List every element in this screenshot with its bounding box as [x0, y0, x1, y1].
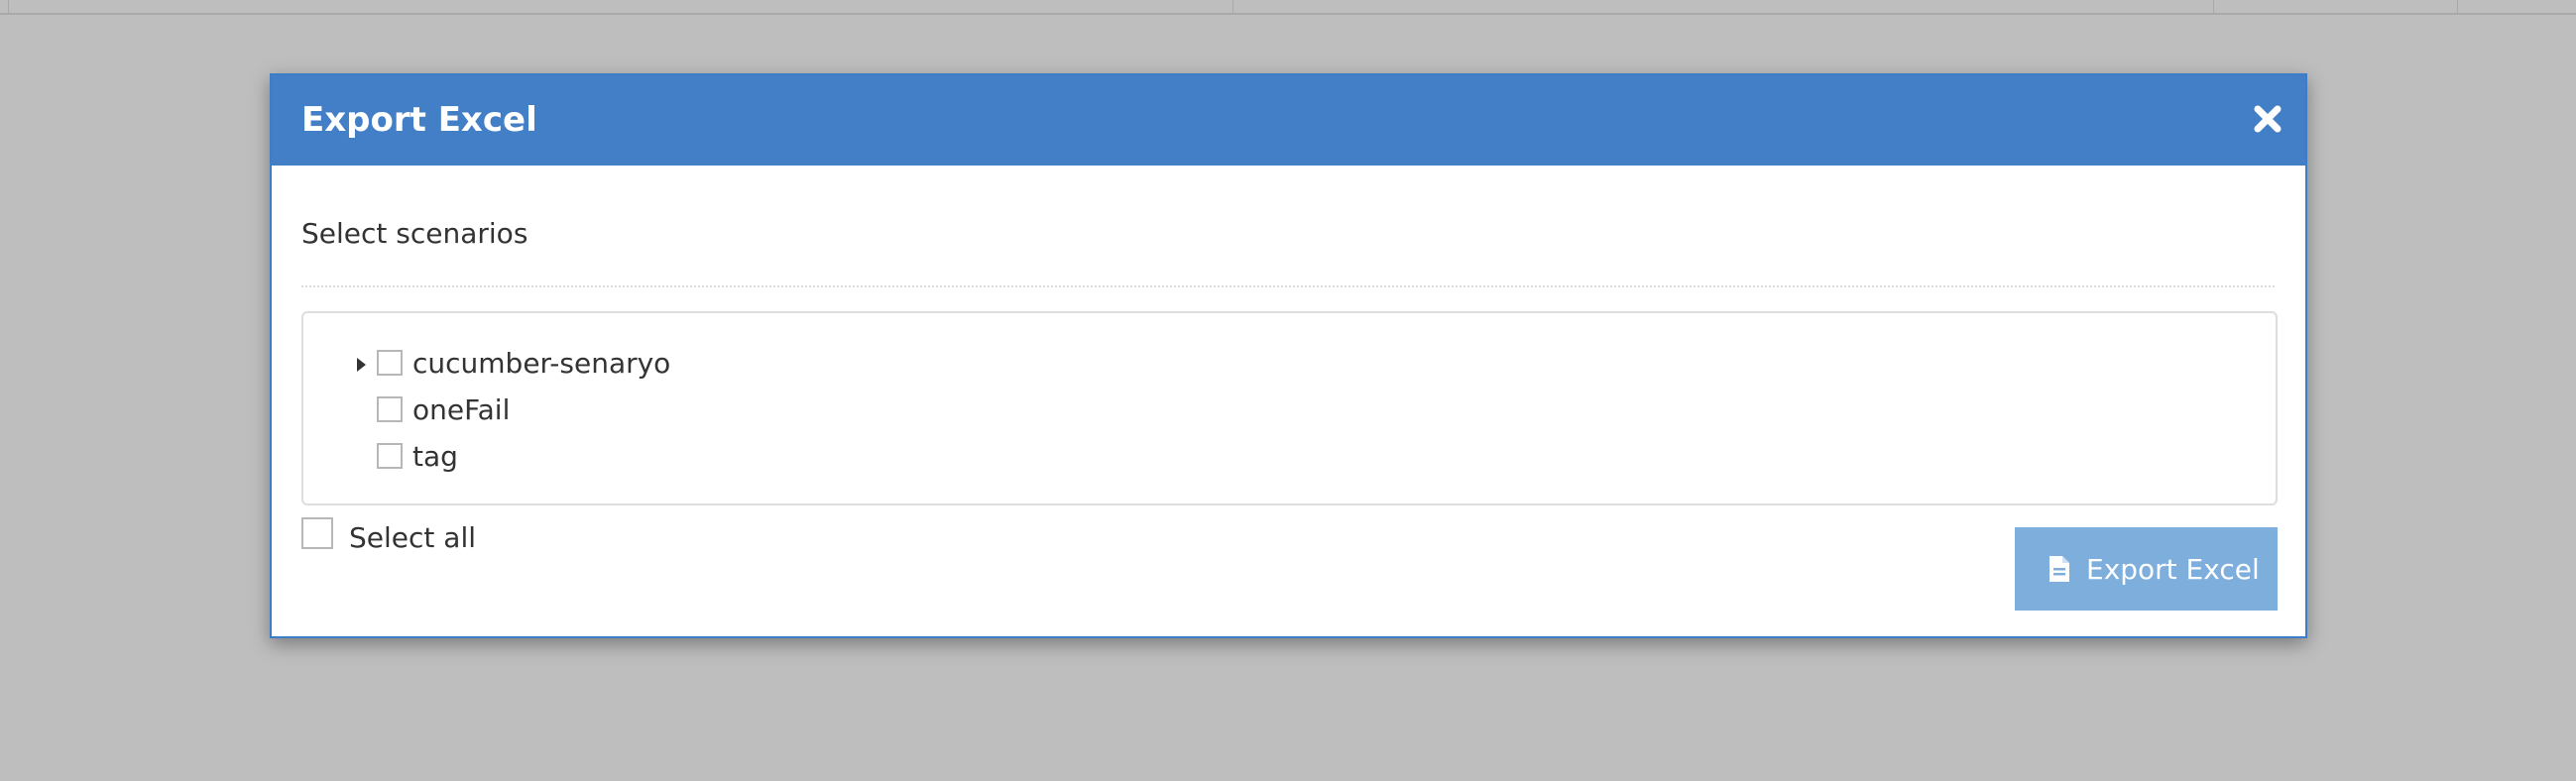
export-button-content: Export Excel [2049, 527, 2260, 611]
dialog-title: Export Excel [301, 100, 537, 140]
tree-item-label[interactable]: oneFail [412, 391, 510, 429]
background-column-divider [8, 0, 9, 15]
tree-item-label[interactable]: tag [412, 438, 458, 476]
select-all-label[interactable]: Select all [349, 518, 476, 558]
select-all-checkbox[interactable] [301, 517, 333, 549]
background-table-header [0, 0, 2576, 15]
tree-checkbox[interactable] [377, 350, 403, 376]
background-column-divider [2457, 0, 2458, 15]
dialog-header: Export Excel [272, 75, 2305, 166]
close-icon [2254, 105, 2282, 133]
tree-checkbox[interactable] [377, 443, 403, 469]
tree-item-label[interactable]: cucumber-senaryo [412, 345, 670, 383]
export-excel-button[interactable]: Export Excel [2015, 527, 2278, 611]
tree-expander[interactable] [351, 355, 371, 375]
close-button[interactable] [2248, 99, 2287, 139]
select-scenarios-label: Select scenarios [301, 217, 528, 250]
export-excel-dialog: Export Excel Select scenarios cucumber-s… [270, 73, 2307, 638]
background-column-divider [2213, 0, 2214, 15]
export-button-label: Export Excel [2086, 552, 2260, 586]
tree-checkbox[interactable] [377, 396, 403, 422]
section-divider [301, 285, 2275, 287]
caret-right-icon [357, 358, 366, 372]
file-icon [2049, 556, 2069, 582]
background-column-divider [1232, 0, 1233, 15]
scenario-tree: cucumber-senaryo oneFail tag [301, 311, 2278, 505]
